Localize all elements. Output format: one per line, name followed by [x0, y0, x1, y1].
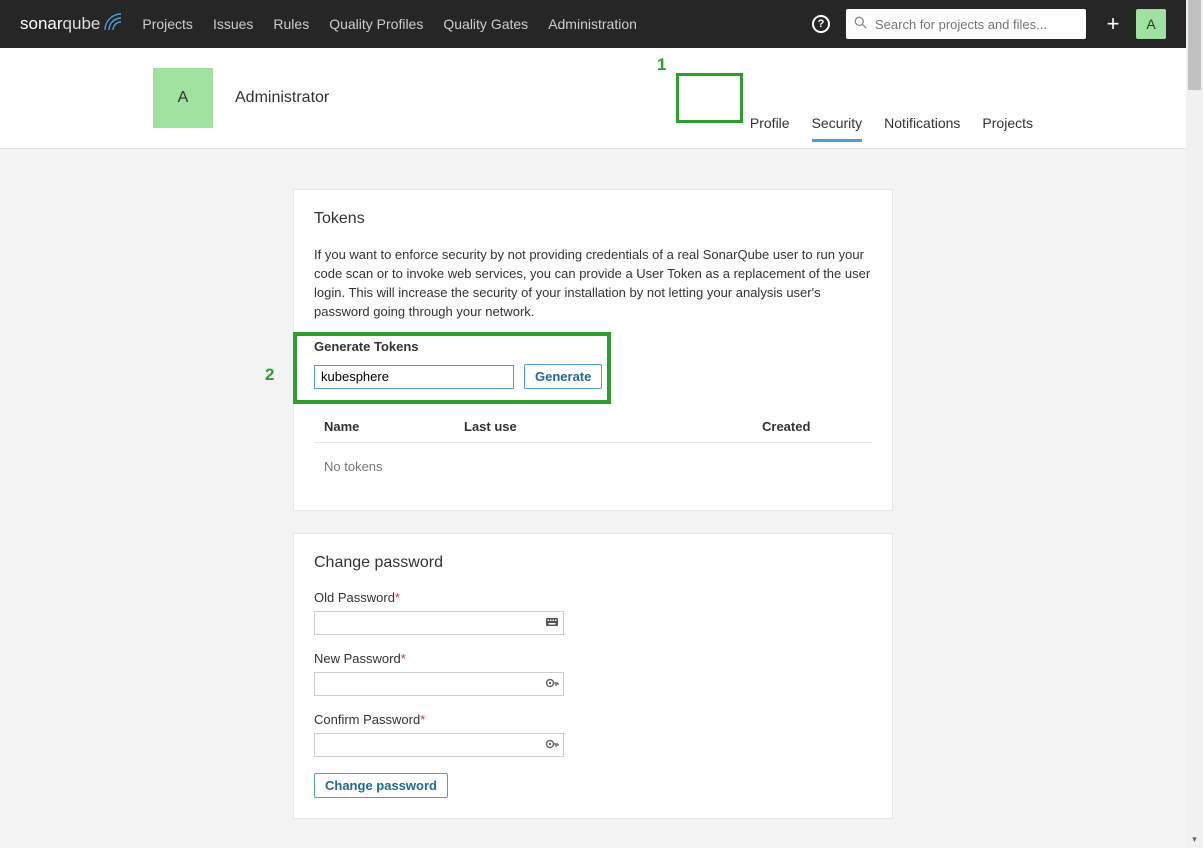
tokens-heading: Tokens: [314, 210, 872, 228]
main-content: 2 Tokens If you want to enforce security…: [0, 149, 1186, 841]
change-password-card: Change password Old Password* New Passwo…: [293, 533, 893, 819]
new-password-label: New Password*: [314, 651, 872, 666]
brand-arcs-icon: [104, 13, 122, 36]
column-created: Created: [762, 419, 862, 434]
tab-security[interactable]: Security: [812, 105, 863, 142]
tokens-card: Tokens If you want to enforce security b…: [293, 189, 893, 511]
help-icon[interactable]: ?: [812, 15, 830, 33]
annotation-2-box: [293, 332, 611, 404]
new-password-field: New Password*: [314, 651, 872, 696]
nav-administration[interactable]: Administration: [548, 16, 637, 32]
scroll-thumb[interactable]: [1188, 0, 1201, 90]
nav-issues[interactable]: Issues: [213, 16, 253, 32]
tab-notifications[interactable]: Notifications: [884, 105, 960, 142]
primary-nav: Projects Issues Rules Quality Profiles Q…: [142, 16, 637, 32]
search-input[interactable]: [873, 16, 1078, 33]
column-name: Name: [324, 419, 464, 434]
account-avatar: A: [153, 68, 213, 128]
tab-profile[interactable]: Profile: [750, 105, 790, 142]
confirm-password-label: Confirm Password*: [314, 712, 872, 727]
old-password-input[interactable]: [314, 611, 564, 635]
nav-rules[interactable]: Rules: [273, 16, 309, 32]
new-password-input[interactable]: [314, 672, 564, 696]
create-button[interactable]: +: [1098, 9, 1128, 39]
tokens-table-header: Name Last use Created: [314, 411, 872, 443]
annotation-2-label: 2: [265, 365, 274, 385]
key-icon: [544, 675, 560, 691]
nav-quality-gates[interactable]: Quality Gates: [443, 16, 528, 32]
scroll-down-arrow[interactable]: ▾: [1186, 831, 1203, 848]
top-navigation: sonarqube Projects Issues Rules Quality …: [0, 0, 1186, 48]
tokens-empty-state: No tokens: [314, 443, 872, 490]
user-avatar-menu[interactable]: A: [1136, 9, 1166, 39]
vertical-scrollbar[interactable]: ▴ ▾: [1186, 0, 1203, 848]
column-last-use: Last use: [464, 419, 762, 434]
global-search[interactable]: [846, 9, 1086, 39]
change-password-button[interactable]: Change password: [314, 773, 448, 798]
nav-quality-profiles[interactable]: Quality Profiles: [329, 16, 423, 32]
old-password-field: Old Password*: [314, 590, 872, 635]
brand-logo[interactable]: sonarqube: [20, 13, 122, 36]
change-password-heading: Change password: [314, 554, 872, 572]
search-icon: [854, 16, 867, 32]
tokens-description: If you want to enforce security by not p…: [314, 246, 872, 321]
nav-projects[interactable]: Projects: [142, 16, 193, 32]
account-name: Administrator: [235, 89, 329, 107]
key-icon: [544, 736, 560, 752]
keyboard-icon: [544, 614, 560, 630]
confirm-password-input[interactable]: [314, 733, 564, 757]
annotation-1-box: [676, 73, 743, 123]
account-header: A Administrator Profile Security Notific…: [0, 48, 1186, 149]
account-tabs: Profile Security Notifications Projects: [750, 105, 1033, 148]
tab-projects[interactable]: Projects: [982, 105, 1033, 142]
brand-name-a: sonar: [20, 14, 63, 34]
confirm-password-field: Confirm Password*: [314, 712, 872, 757]
old-password-label: Old Password*: [314, 590, 872, 605]
brand-name-b: qube: [63, 14, 101, 34]
annotation-1-label: 1: [657, 55, 666, 75]
tokens-table: Name Last use Created No tokens: [314, 411, 872, 490]
